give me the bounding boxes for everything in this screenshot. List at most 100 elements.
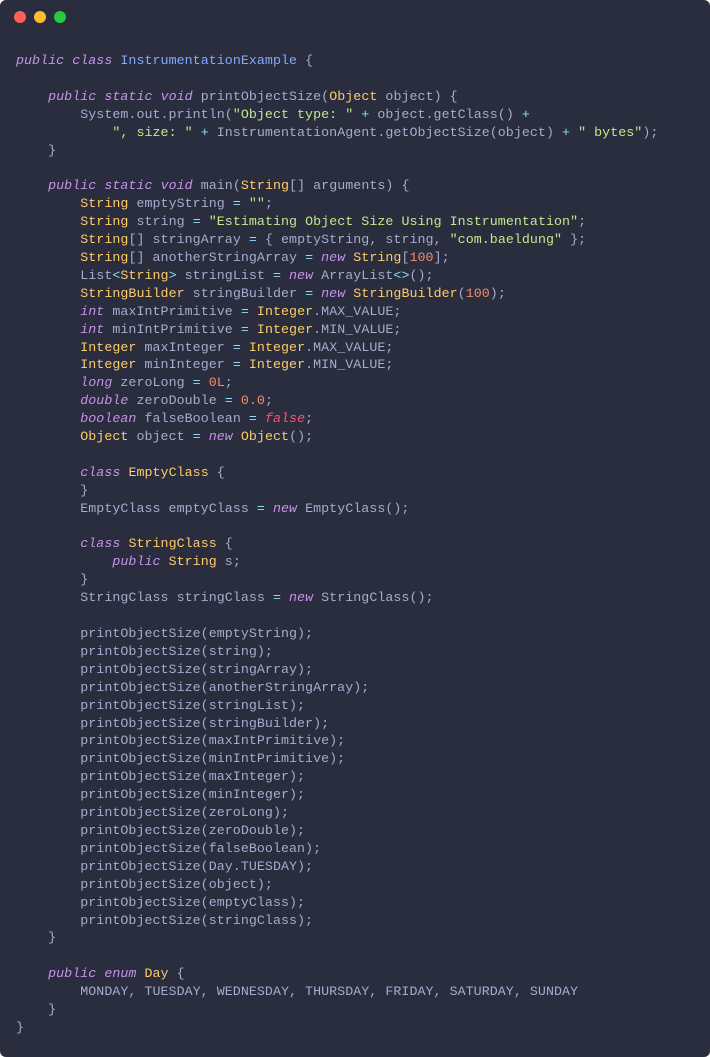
code-token: String bbox=[80, 250, 128, 265]
code-token: static bbox=[104, 89, 152, 104]
code-line: } bbox=[16, 571, 694, 589]
code-token: System.out.println( bbox=[16, 107, 233, 122]
code-line: int maxIntPrimitive = Integer.MAX_VALUE; bbox=[16, 303, 694, 321]
code-token: "com.baeldung" bbox=[450, 232, 562, 247]
code-token bbox=[16, 89, 48, 104]
code-token: public bbox=[48, 178, 96, 193]
code-token bbox=[16, 966, 48, 981]
code-token: ]; bbox=[434, 250, 450, 265]
code-token: = bbox=[241, 322, 249, 337]
code-line: StringBuilder stringBuilder = new String… bbox=[16, 285, 694, 303]
code-area: public class InstrumentationExample { pu… bbox=[0, 34, 710, 1055]
code-token: new bbox=[321, 250, 345, 265]
editor-window: public class InstrumentationExample { pu… bbox=[0, 0, 710, 1057]
code-token: + bbox=[562, 125, 570, 140]
code-token: { bbox=[209, 465, 225, 480]
code-line: class EmptyClass { bbox=[16, 464, 694, 482]
code-token: printObjectSize(emptyString); bbox=[16, 626, 313, 641]
code-token: public bbox=[16, 53, 64, 68]
code-token bbox=[249, 322, 257, 337]
code-token: 100 bbox=[466, 286, 490, 301]
code-token bbox=[201, 375, 209, 390]
code-token: Integer bbox=[249, 340, 305, 355]
window-close-icon[interactable] bbox=[14, 11, 26, 23]
code-token: printObjectSize(emptyClass); bbox=[16, 895, 305, 910]
code-token: long bbox=[80, 375, 112, 390]
code-token bbox=[16, 125, 112, 140]
code-token: stringBuilder bbox=[185, 286, 305, 301]
code-line: public String s; bbox=[16, 553, 694, 571]
code-token: } bbox=[16, 1002, 56, 1017]
code-token: + bbox=[522, 107, 530, 122]
code-token: new bbox=[289, 268, 313, 283]
code-line bbox=[16, 70, 694, 88]
code-line: printObjectSize(emptyString); bbox=[16, 625, 694, 643]
code-token: StringBuilder bbox=[353, 286, 457, 301]
code-token bbox=[16, 393, 80, 408]
code-line: } bbox=[16, 142, 694, 160]
code-line bbox=[16, 518, 694, 536]
code-token bbox=[257, 411, 265, 426]
code-line: StringClass stringClass = new StringClas… bbox=[16, 589, 694, 607]
code-token: [] stringArray bbox=[128, 232, 248, 247]
code-token bbox=[16, 322, 80, 337]
code-token bbox=[281, 268, 289, 283]
code-token: = bbox=[257, 501, 265, 516]
code-token: int bbox=[80, 304, 104, 319]
code-token: [] anotherStringArray bbox=[128, 250, 305, 265]
code-token: (); bbox=[409, 268, 433, 283]
code-token: zeroLong bbox=[112, 375, 192, 390]
code-line: printObjectSize(zeroDouble); bbox=[16, 822, 694, 840]
code-token: = bbox=[225, 393, 233, 408]
code-token: ArrayList bbox=[313, 268, 393, 283]
code-token: void bbox=[161, 89, 193, 104]
code-line: EmptyClass emptyClass = new EmptyClass()… bbox=[16, 500, 694, 518]
code-token bbox=[16, 429, 80, 444]
code-line: String emptyString = ""; bbox=[16, 195, 694, 213]
code-token bbox=[153, 178, 161, 193]
code-line: System.out.println("Object type: " + obj… bbox=[16, 106, 694, 124]
code-line: int minIntPrimitive = Integer.MIN_VALUE; bbox=[16, 321, 694, 339]
code-token bbox=[249, 304, 257, 319]
code-token: = bbox=[193, 375, 201, 390]
code-token bbox=[16, 196, 80, 211]
code-token bbox=[136, 966, 144, 981]
code-line: Object object = new Object(); bbox=[16, 428, 694, 446]
code-token: = bbox=[193, 429, 201, 444]
code-token: printObjectSize(Day.TUESDAY); bbox=[16, 859, 313, 874]
window-minimize-icon[interactable] bbox=[34, 11, 46, 23]
code-token bbox=[16, 340, 80, 355]
code-token bbox=[16, 357, 80, 372]
code-token bbox=[233, 393, 241, 408]
code-line: printObjectSize(minIntPrimitive); bbox=[16, 750, 694, 768]
code-token: 100 bbox=[410, 250, 434, 265]
code-token bbox=[265, 501, 273, 516]
code-token: = bbox=[233, 340, 241, 355]
code-line: public static void main(String[] argumen… bbox=[16, 177, 694, 195]
code-token bbox=[570, 125, 578, 140]
code-line: boolean falseBoolean = false; bbox=[16, 410, 694, 428]
code-line: ", size: " + InstrumentationAgent.getObj… bbox=[16, 124, 694, 142]
code-line: printObjectSize(zeroLong); bbox=[16, 804, 694, 822]
code-line: printObjectSize(minInteger); bbox=[16, 786, 694, 804]
code-token bbox=[161, 554, 169, 569]
code-token bbox=[16, 375, 80, 390]
code-token bbox=[241, 357, 249, 372]
code-token bbox=[193, 125, 201, 140]
code-token: Integer bbox=[257, 322, 313, 337]
code-line: printObjectSize(maxInteger); bbox=[16, 768, 694, 786]
code-token: Object bbox=[80, 429, 128, 444]
code-line: String[] stringArray = { emptyString, st… bbox=[16, 231, 694, 249]
code-token bbox=[16, 411, 80, 426]
code-line: printObjectSize(Day.TUESDAY); bbox=[16, 858, 694, 876]
code-line: String[] anotherStringArray = new String… bbox=[16, 249, 694, 267]
code-token: Object bbox=[329, 89, 377, 104]
code-token: printObjectSize(stringClass); bbox=[16, 913, 313, 928]
code-token: = bbox=[273, 268, 281, 283]
code-token: StringClass bbox=[128, 536, 216, 551]
window-zoom-icon[interactable] bbox=[54, 11, 66, 23]
code-token bbox=[16, 286, 80, 301]
code-token: printObjectSize(minIntPrimitive); bbox=[16, 751, 345, 766]
code-token: Object bbox=[241, 429, 289, 444]
code-token: printObjectSize(zeroDouble); bbox=[16, 823, 305, 838]
